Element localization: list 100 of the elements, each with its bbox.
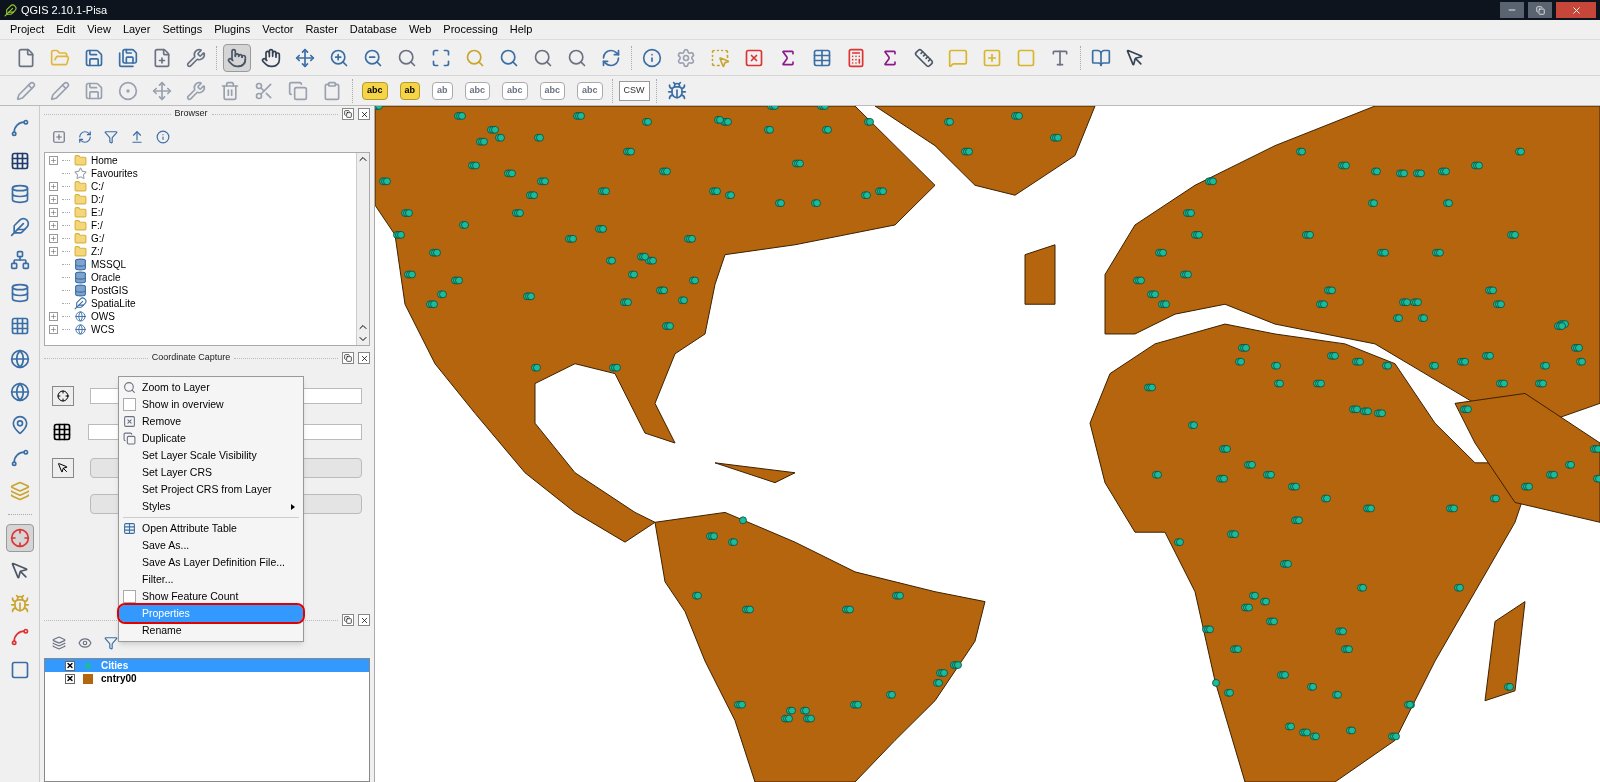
float-button[interactable] (342, 108, 354, 120)
label-tool[interactable]: abc (502, 81, 528, 100)
maximize-button[interactable] (1528, 2, 1552, 18)
tree-row[interactable]: Z:/ (49, 245, 356, 258)
expand-icon[interactable] (49, 325, 58, 334)
menu-item[interactable]: Web (402, 21, 438, 38)
menu-item[interactable]: Vector (256, 21, 300, 38)
scrollbar[interactable] (356, 153, 369, 345)
layer-checkbox[interactable] (65, 660, 75, 671)
menu-item[interactable]: Help (503, 21, 539, 38)
menu-item[interactable]: View (81, 21, 117, 38)
menu-item[interactable]: Open Attribute Table (119, 520, 303, 537)
menu-item[interactable]: Settings (156, 21, 209, 38)
expand-icon[interactable] (49, 208, 58, 217)
tree-item[interactable]: F:/ (91, 220, 103, 231)
tree-row[interactable]: G:/ (49, 232, 356, 245)
tree-row[interactable]: Home (49, 154, 356, 167)
coordinate-capture-icon[interactable] (5, 524, 34, 552)
menu-item[interactable]: Remove (119, 413, 303, 430)
tree-item[interactable]: MSSQL (91, 259, 126, 270)
close-button[interactable] (358, 108, 370, 120)
tree-item[interactable]: C:/ (91, 181, 104, 192)
tree-row[interactable]: OWS (49, 310, 356, 323)
tree-item[interactable]: E:/ (91, 207, 104, 218)
tree-item[interactable]: Oracle (91, 272, 121, 283)
menu-item[interactable]: Set Project CRS from Layer (119, 481, 303, 498)
label-tool[interactable]: ab (432, 81, 453, 100)
tree-row[interactable]: E:/ (49, 206, 356, 219)
menu-item[interactable]: Save As... (119, 537, 303, 554)
menu-item[interactable]: Edit (50, 21, 82, 38)
float-icon (344, 616, 352, 624)
tree-row[interactable]: WCS (49, 323, 356, 336)
menu-item[interactable]: Zoom to Layer (119, 379, 303, 396)
refresh-icon[interactable] (78, 130, 92, 144)
eye-icon[interactable] (78, 636, 92, 650)
expand-icon[interactable] (49, 312, 58, 321)
tree-row[interactable]: MSSQL (49, 258, 356, 271)
database-icon (74, 284, 87, 297)
tree-item[interactable]: Favourites (91, 168, 138, 179)
tree-item[interactable]: D:/ (91, 194, 104, 205)
menu-item[interactable]: Database (343, 21, 403, 38)
expand-icon[interactable] (49, 221, 58, 230)
tree-row[interactable]: PostGIS (49, 284, 356, 297)
minimize-button[interactable] (1500, 2, 1524, 18)
tree-row[interactable]: F:/ (49, 219, 356, 232)
tree-row[interactable]: SpatiaLite (49, 297, 356, 310)
menu-item[interactable]: Layer (116, 21, 157, 38)
menu-item[interactable]: Save As Layer Definition File... (119, 554, 303, 571)
info-icon[interactable] (156, 130, 170, 144)
touch-tool-icon[interactable] (223, 43, 251, 72)
layer-checkbox[interactable] (65, 673, 75, 684)
label-tool[interactable]: abc (539, 81, 566, 100)
crosshair-button[interactable] (52, 386, 74, 406)
tree-item[interactable]: Z:/ (91, 246, 103, 257)
tree-row[interactable]: C:/ (49, 180, 356, 193)
filter-icon[interactable] (104, 636, 118, 650)
menu-item[interactable]: Plugins (208, 21, 257, 38)
tree-item[interactable]: SpatiaLite (91, 298, 136, 309)
menu-checkbox[interactable] (123, 590, 136, 603)
close-button[interactable] (358, 352, 370, 364)
expand-icon[interactable] (49, 156, 58, 165)
csw-button[interactable]: CSW (618, 80, 650, 101)
menu-item[interactable]: Processing (437, 21, 504, 38)
expand-icon[interactable] (49, 182, 58, 191)
menu-item[interactable]: Raster (299, 21, 344, 38)
expand-icon[interactable] (49, 247, 58, 256)
float-button[interactable] (342, 614, 354, 626)
tree-item[interactable]: PostGIS (91, 285, 129, 296)
float-button[interactable] (342, 352, 354, 364)
menu-item[interactable]: Styles (119, 498, 303, 515)
label-tool[interactable]: abc (362, 81, 388, 100)
tree-row[interactable]: D:/ (49, 193, 356, 206)
menu-item[interactable]: Project (4, 21, 51, 38)
menu-item[interactable]: Show Feature Count (119, 588, 303, 605)
tree-item[interactable]: Home (91, 155, 118, 166)
expand-icon[interactable] (49, 195, 58, 204)
capture-button[interactable] (52, 458, 74, 478)
menu-item[interactable]: Show in overview (119, 396, 303, 413)
expand-icon[interactable] (49, 234, 58, 243)
tree-item[interactable]: G:/ (91, 233, 105, 244)
label-tool[interactable]: abc (577, 81, 603, 100)
add-selected-icon[interactable] (52, 130, 66, 144)
close-button[interactable] (358, 614, 370, 626)
menu-item[interactable]: Rename (119, 622, 303, 639)
menu-item[interactable]: Set Layer Scale Visibility (119, 447, 303, 464)
tree-item[interactable]: WCS (91, 324, 115, 335)
tree-row[interactable]: Oracle (49, 271, 356, 284)
layer-row[interactable]: cntry00 (45, 672, 369, 685)
menu-item[interactable]: Filter... (119, 571, 303, 588)
tree-row[interactable]: Favourites (49, 167, 356, 180)
tree-item[interactable]: OWS (91, 311, 115, 322)
filter-icon[interactable] (104, 130, 118, 144)
label-tool[interactable]: ab (399, 81, 421, 100)
collapse-icon[interactable] (130, 130, 144, 144)
menu-checkbox[interactable] (123, 398, 136, 411)
label-tool[interactable]: abc (464, 81, 491, 100)
menu-item[interactable]: Duplicate (119, 430, 303, 447)
check-icon (66, 674, 74, 683)
menu-item[interactable]: Set Layer CRS (119, 464, 303, 481)
add-group-icon[interactable] (52, 636, 66, 650)
